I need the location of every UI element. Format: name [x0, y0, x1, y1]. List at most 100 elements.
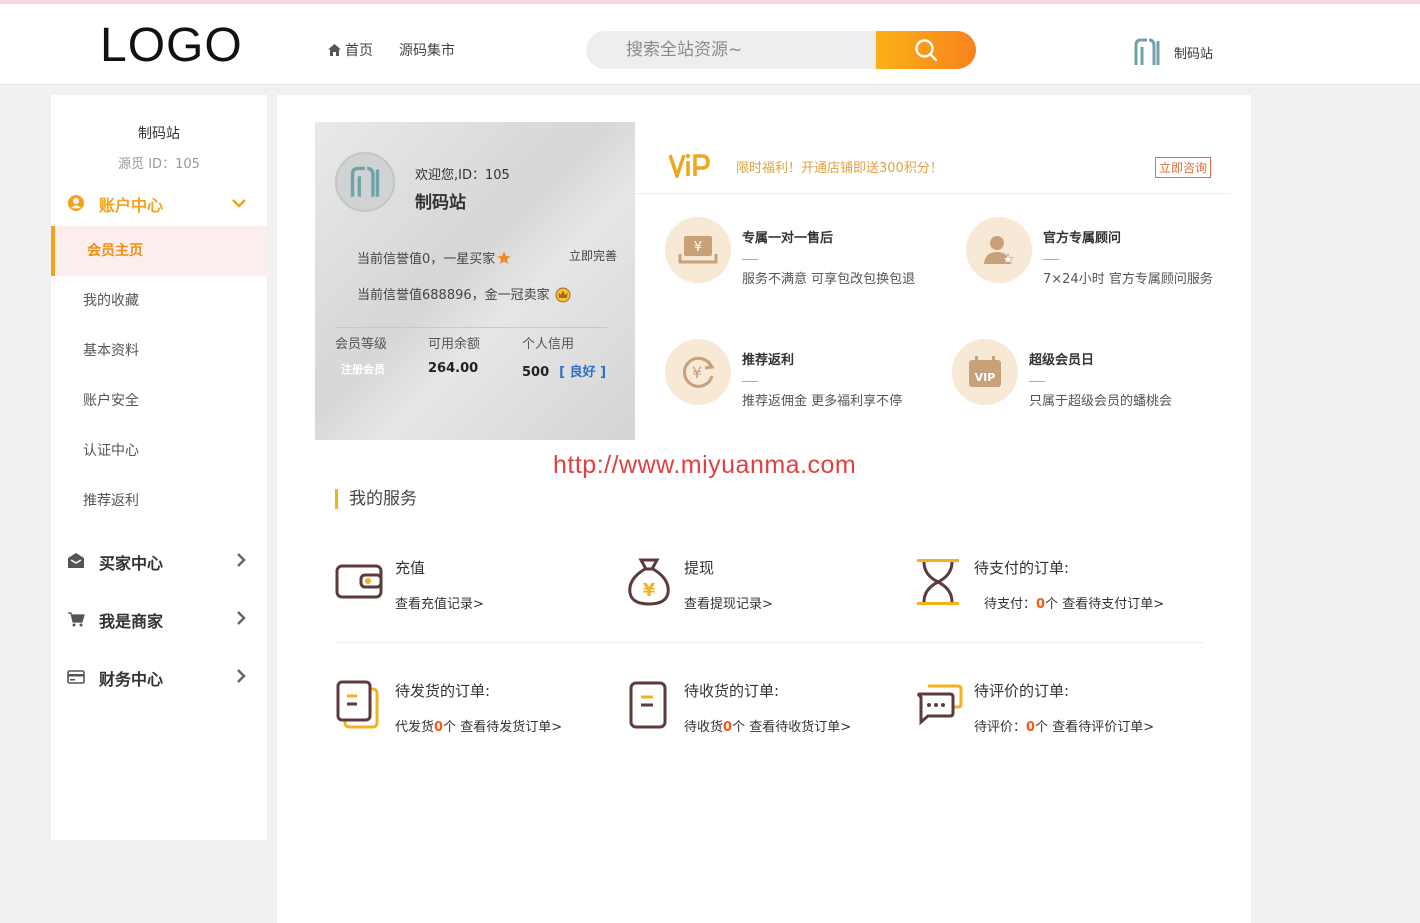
- money-bag-icon: ¥: [628, 558, 670, 606]
- my-services-title: 我的服务: [335, 489, 417, 509]
- service-link[interactable]: 待支付：0个 查看待支付订单>: [984, 593, 1164, 612]
- label-credit: 个人信用: [522, 337, 575, 352]
- home-icon: [328, 44, 341, 56]
- perk-dash: [1043, 259, 1059, 260]
- consult-now-button[interactable]: 立即咨询: [1154, 157, 1211, 178]
- sidebar-item-profile[interactable]: 基本资料: [51, 326, 267, 376]
- search-bar: [586, 31, 976, 69]
- vip-calendar-icon: VIP: [969, 356, 1001, 387]
- seller-credit: 当前信誉值688896，金一冠卖家: [357, 284, 572, 303]
- nav-home[interactable]: 首页: [328, 40, 373, 60]
- service-link[interactable]: 查看提现记录>: [684, 593, 773, 612]
- sidebar: 制码站 源觅 ID：105 账户中心 会员主页 我的收藏 基本资料 账户安全 认…: [51, 95, 267, 840]
- credit-card-icon: [67, 670, 85, 684]
- perk-desc: 推荐返佣金 更多福利享不停: [742, 394, 903, 409]
- perfect-info-link[interactable]: 立即完善: [569, 247, 617, 264]
- sidebar-section-account-label: 账户中心: [99, 196, 164, 215]
- header: LOGO 首页 源码集市 制码站: [0, 0, 1420, 85]
- perk-icon-circle: [966, 217, 1032, 283]
- main-nav: 首页 源码集市: [328, 40, 455, 60]
- perk-after-sales: ¥ 专属一对一售后 服务不满意 可享包改包换包退: [665, 217, 955, 297]
- sidebar-user-id: 源觅 ID：105: [118, 157, 200, 172]
- user-menu[interactable]: 制码站: [1132, 37, 1213, 67]
- sidebar-item-member-home[interactable]: 会员主页: [51, 226, 267, 276]
- vip-logo-icon: [669, 153, 710, 178]
- service-link-text: 待支付：: [984, 597, 1037, 612]
- sidebar-item-security[interactable]: 账户安全: [51, 376, 267, 426]
- service-recharge: 充值 查看充值记录>: [335, 557, 615, 617]
- yuan-refresh-icon: ¥: [683, 356, 715, 388]
- service-pending-receipt: 待收货的订单: 待收货0个 查看待收货订单>: [624, 680, 904, 740]
- service-pending-payment: 待支付的订单: 待支付：0个 查看待支付订单>: [914, 557, 1194, 617]
- service-link-text: 查看提现记录>: [684, 597, 773, 612]
- service-count: 0: [723, 720, 733, 735]
- search-icon: [915, 39, 938, 62]
- sidebar-item-verification[interactable]: 认证中心: [51, 426, 267, 476]
- perk-title: 推荐返利: [742, 353, 795, 368]
- nav-home-label: 首页: [345, 43, 373, 59]
- search-button[interactable]: [876, 31, 976, 69]
- member-level: 注册会员: [341, 361, 385, 377]
- service-title: 待发货的订单:: [395, 682, 491, 700]
- label-balance: 可用余额: [428, 337, 481, 352]
- perk-icon-circle: ¥: [665, 339, 731, 405]
- service-link[interactable]: 查看充值记录>: [395, 593, 484, 612]
- chevron-right-icon: [237, 669, 246, 683]
- perk-desc: 服务不满意 可享包改包换包退: [742, 272, 916, 287]
- service-title: 待支付的订单:: [974, 559, 1070, 577]
- perk-icon-circle: VIP: [952, 339, 1018, 405]
- perk-title: 官方专属顾问: [1043, 231, 1122, 246]
- perk-desc: 只属于超级会员的蟠桃会: [1029, 394, 1173, 409]
- perk-advisor: 官方专属顾问 7×24小时 官方专属顾问服务: [966, 217, 1256, 297]
- perk-referral: ¥ 推荐返利 推荐返佣金 更多福利享不停: [665, 339, 955, 419]
- service-title: 待评价的订单:: [974, 682, 1070, 700]
- username: 制码站: [1174, 46, 1214, 62]
- service-withdraw: ¥ 提现 查看提现记录>: [624, 557, 904, 617]
- perk-dash: [1029, 381, 1045, 382]
- service-count: 0: [1036, 597, 1046, 612]
- service-link[interactable]: 代发货0个 查看待发货订单>: [395, 716, 562, 735]
- svg-text:¥: ¥: [643, 580, 656, 601]
- sidebar-section-account[interactable]: 账户中心: [51, 188, 267, 218]
- service-link-text: 个 查看待评价订单>: [1035, 720, 1155, 735]
- sidebar-item-favorites[interactable]: 我的收藏: [51, 276, 267, 326]
- crown-medal-icon: [555, 287, 571, 302]
- nav-source-market-label: 源码集市: [399, 43, 455, 59]
- sidebar-section-merchant-label: 我是商家: [99, 612, 164, 631]
- perk-dash: [742, 381, 758, 382]
- card-divider: [335, 327, 609, 328]
- service-count: 0: [1026, 720, 1036, 735]
- sidebar-section-finance-label: 财务中心: [99, 670, 164, 689]
- buyer-credit: 当前信誉值0，一星买家: [357, 248, 511, 267]
- wallet-icon: [335, 564, 383, 599]
- sidebar-section-buyer[interactable]: 买家中心: [51, 546, 267, 576]
- credit-score: 500: [522, 365, 550, 380]
- user-avatar-icon: [350, 166, 380, 197]
- service-link[interactable]: 待评价：0个 查看待评价订单>: [974, 716, 1154, 735]
- comment-icon: [917, 684, 963, 726]
- service-link[interactable]: 待收货0个 查看待收货订单>: [684, 716, 851, 735]
- sidebar-item-referral[interactable]: 推荐返利: [51, 476, 267, 526]
- sidebar-section-finance[interactable]: 财务中心: [51, 662, 267, 692]
- chevron-down-icon: [232, 199, 246, 208]
- member-name: 制码站: [415, 193, 466, 213]
- welcome-text: 欢迎您,ID：105: [415, 168, 510, 183]
- sidebar-section-merchant[interactable]: 我是商家: [51, 604, 267, 634]
- site-logo[interactable]: LOGO: [100, 18, 243, 73]
- chevron-right-icon: [237, 611, 246, 625]
- svg-text:¥: ¥: [694, 240, 702, 255]
- service-link-text: 个 查看待收货订单>: [732, 720, 852, 735]
- member-level-value: 注册会员: [341, 363, 385, 376]
- seller-credit-text: 当前信誉值688896，金一冠卖家: [357, 288, 550, 303]
- nav-source-market[interactable]: 源码集市: [399, 40, 455, 60]
- svg-text:VIP: VIP: [975, 371, 996, 384]
- service-link-text: 待收货: [684, 720, 724, 735]
- perk-desc: 7×24小时 官方专属顾问服务: [1043, 272, 1213, 287]
- services-divider: [335, 642, 1203, 643]
- search-input[interactable]: [586, 31, 876, 69]
- receive-doc-icon: [629, 681, 667, 729]
- vip-banner: 限时福利！开通店铺即送300积分！ 立即咨询: [635, 122, 1231, 194]
- user-circle-icon: [68, 195, 84, 211]
- main-content: 欢迎您,ID：105 制码站 当前信誉值0，一星买家 立即完善 当前信誉值688…: [277, 95, 1251, 923]
- member-card: 欢迎您,ID：105 制码站 当前信誉值0，一星买家 立即完善 当前信誉值688…: [315, 122, 635, 440]
